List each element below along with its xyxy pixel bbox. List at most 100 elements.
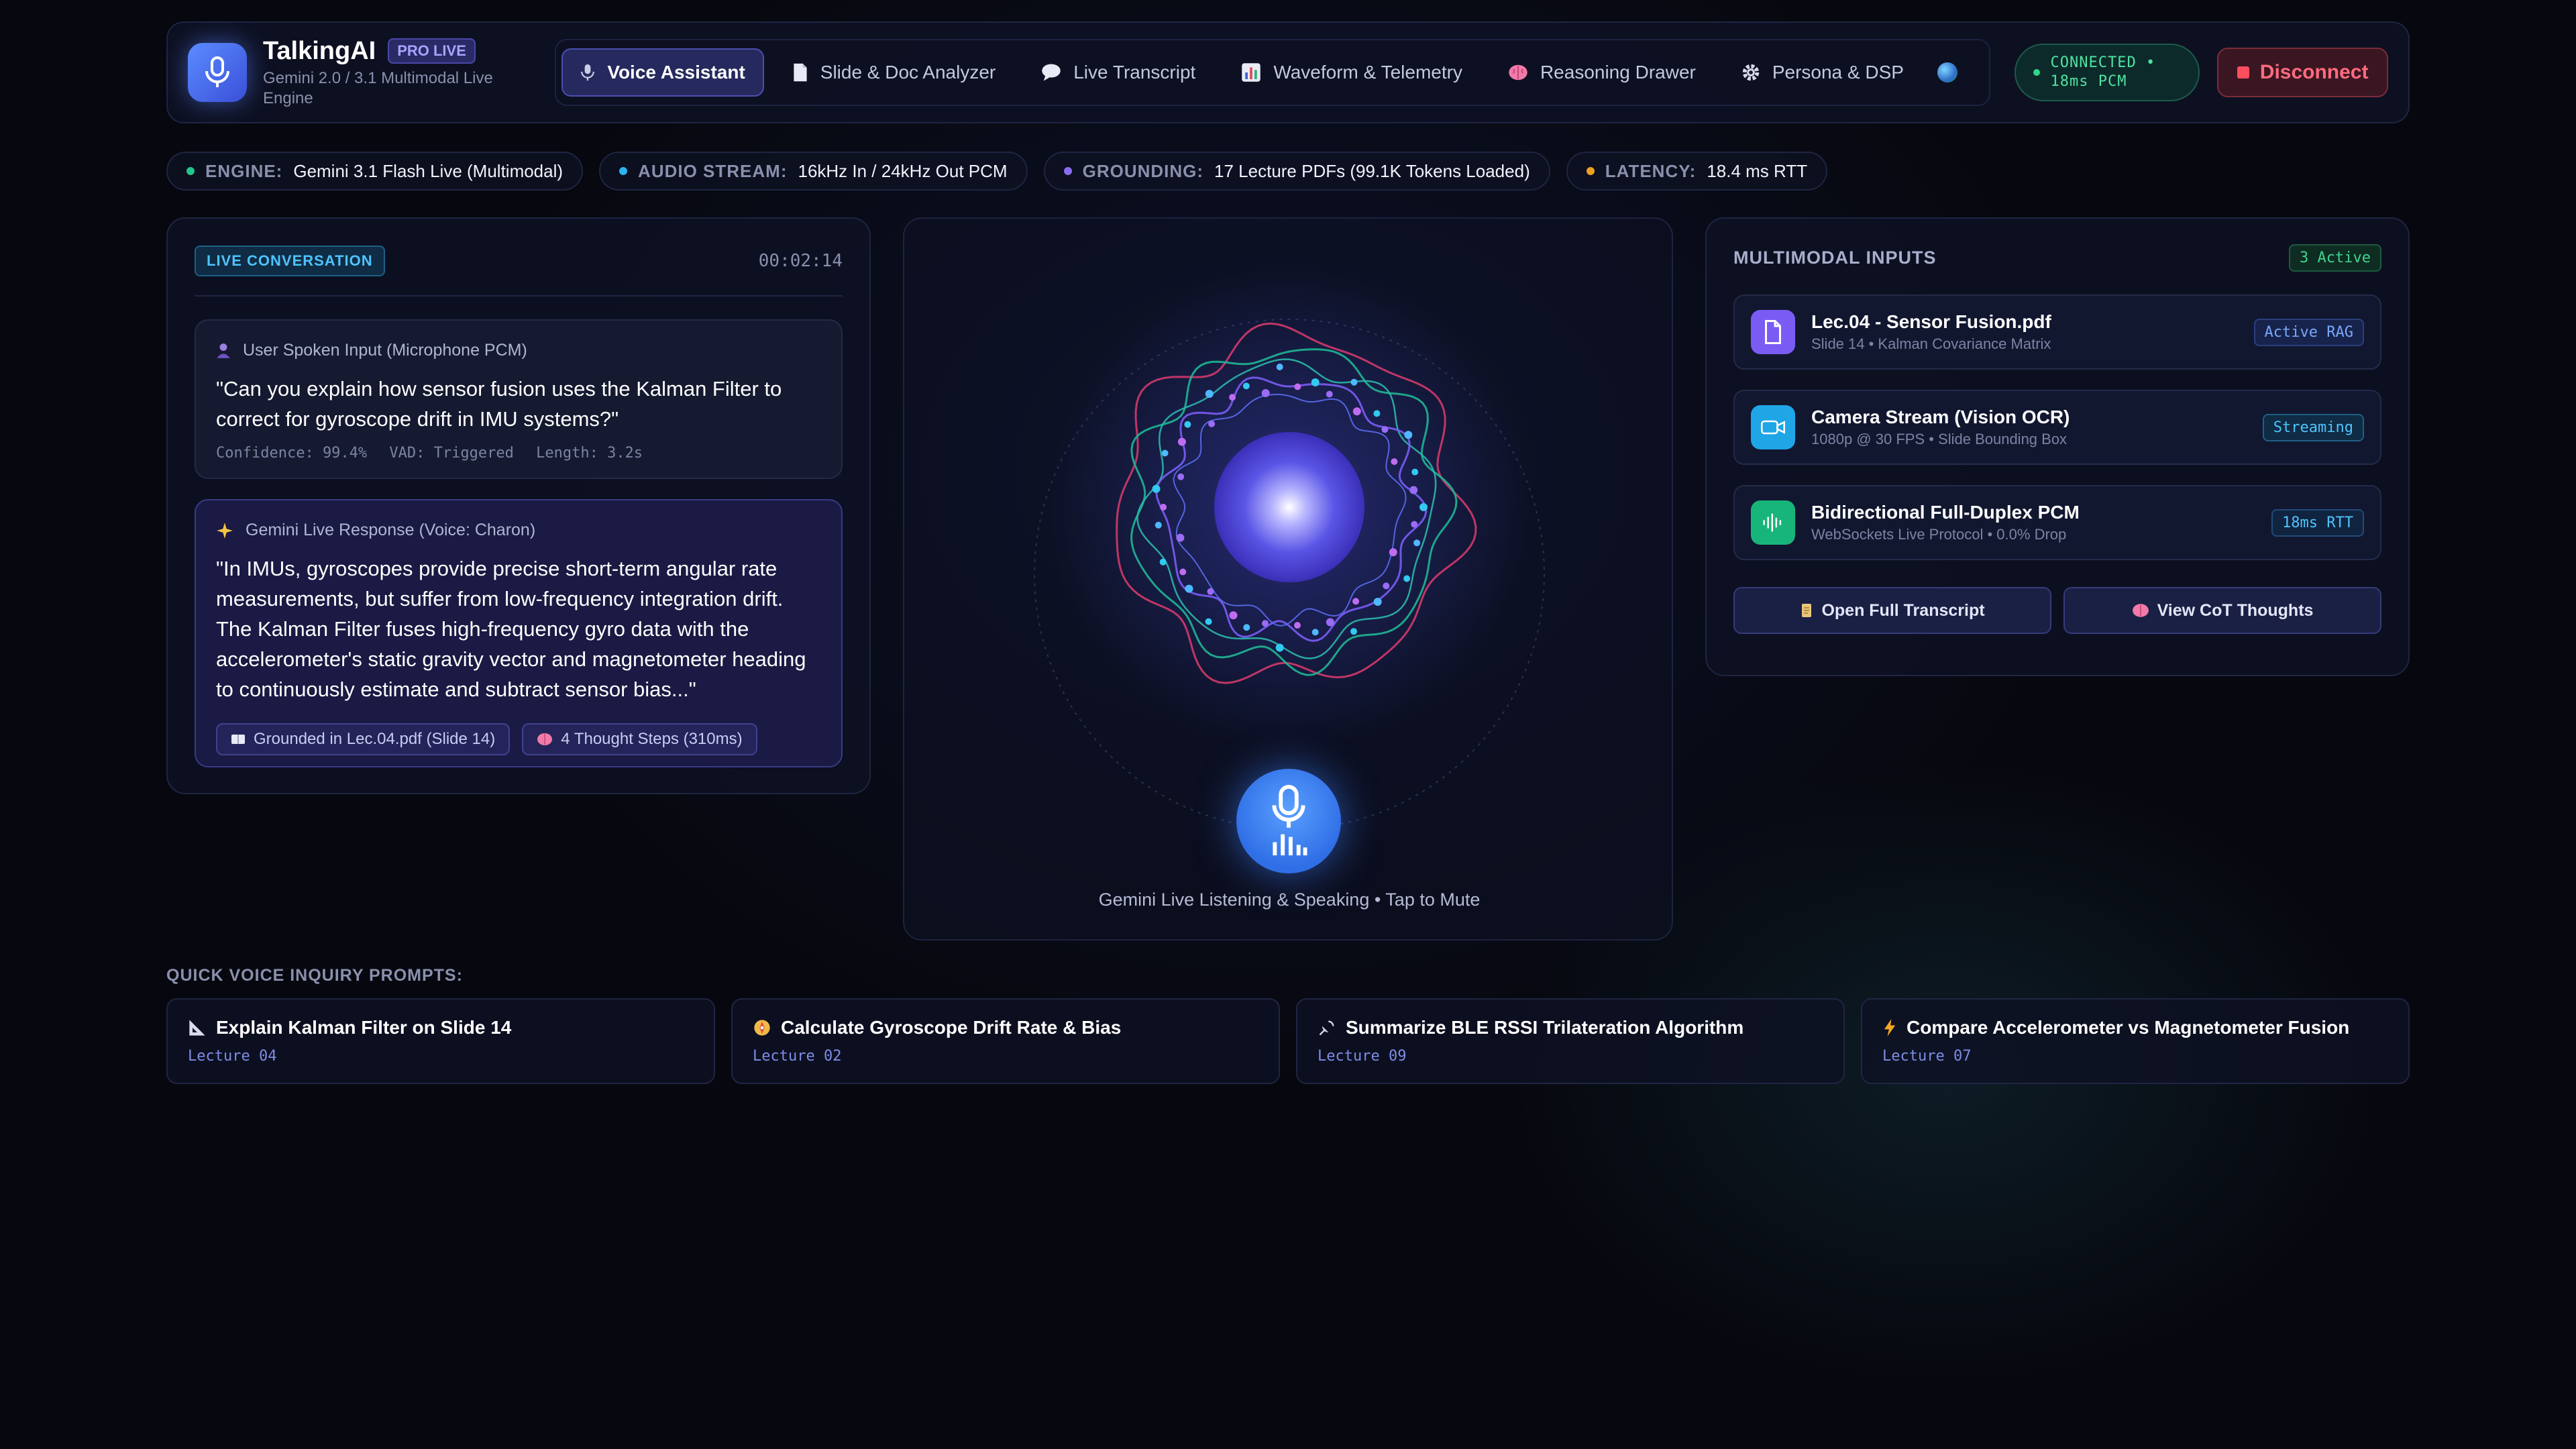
- input-sub: Slide 14 • Kalman Covariance Matrix: [1811, 335, 2051, 352]
- orb-particle: [1311, 378, 1320, 386]
- status-grounding: GROUNDING: 17 Lecture PDFs (99.1K Tokens…: [1043, 152, 1550, 191]
- brain-icon: [1508, 64, 1528, 81]
- orb-particle: [1177, 473, 1185, 480]
- listening-caption: Gemini Live Listening & Speaking • Tap t…: [1098, 890, 1481, 910]
- file-icon: [1751, 310, 1795, 354]
- tab-label: Waveform & Telemetry: [1273, 62, 1462, 83]
- input-card-pdf[interactable]: Lec.04 - Sensor Fusion.pdf Slide 14 • Ka…: [1733, 294, 2381, 370]
- chip-label: Grounded in Lec.04.pdf (Slide 14): [254, 730, 496, 748]
- ai-response-card: Gemini Live Response (Voice: Charon) "In…: [195, 499, 843, 767]
- quick-prompts-row: Explain Kalman Filter on Slide 14 Lectur…: [166, 998, 2410, 1084]
- voice-orb-panel: Gemini Live Listening & Speaking • Tap t…: [903, 217, 1673, 941]
- input-tag: 18ms RTT: [2271, 508, 2364, 537]
- orb-particle: [1383, 582, 1390, 590]
- orb-particle: [1262, 620, 1269, 627]
- status-dot: [1063, 167, 1072, 175]
- tab-slide-doc-analyzer[interactable]: Slide & Doc Analyzer: [775, 48, 1013, 97]
- tab-label: Slide & Doc Analyzer: [820, 62, 996, 83]
- multimodal-inputs-panel: MULTIMODAL INPUTS 3 Active Lec.04 - Sens…: [1705, 217, 2410, 676]
- input-card-camera[interactable]: Camera Stream (Vision OCR) 1080p @ 30 FP…: [1733, 390, 2381, 465]
- meta-confidence: Confidence: 99.4%: [216, 445, 368, 462]
- inputs-title: MULTIMODAL INPUTS: [1733, 248, 1937, 268]
- orb-particle: [1389, 548, 1397, 557]
- session-timer: 00:02:14: [758, 251, 843, 271]
- input-name: Camera Stream (Vision OCR): [1811, 407, 2070, 427]
- disconnect-button[interactable]: Disconnect: [2217, 48, 2388, 97]
- quick-prompts-label: QUICK VOICE INQUIRY PROMPTS:: [166, 966, 463, 985]
- orb-particle: [1294, 622, 1301, 629]
- orb-particle: [1205, 618, 1212, 625]
- thought-steps-chip[interactable]: 4 Thought Steps (310ms): [522, 723, 757, 755]
- triangle-ruler-icon: [188, 1018, 207, 1037]
- status-engine: ENGINE: Gemini 3.1 Flash Live (Multimoda…: [166, 152, 584, 191]
- mute-mic-button[interactable]: [1236, 769, 1341, 873]
- meta-vad: VAD: Triggered: [389, 445, 514, 462]
- status-label: AUDIO STREAM:: [638, 160, 788, 181]
- orb-particle: [1413, 539, 1421, 547]
- scroll-icon: [1800, 602, 1813, 619]
- stop-icon: [2237, 66, 2249, 78]
- brand: TalkingAI PRO LIVE Gemini 2.0 / 3.1 Mult…: [188, 37, 535, 109]
- input-tag: Streaming: [2262, 413, 2364, 441]
- prompt-sub: Lecture 04: [188, 1048, 277, 1065]
- grounding-chip[interactable]: Grounded in Lec.04.pdf (Slide 14): [216, 723, 511, 755]
- live-conversation-badge: LIVE CONVERSATION: [195, 246, 385, 276]
- button-label: Open Full Transcript: [1821, 600, 1985, 620]
- status-label: LATENCY:: [1605, 160, 1697, 181]
- prompt-sub: Lecture 09: [1318, 1048, 1407, 1065]
- orb-particle: [1229, 611, 1238, 620]
- input-name: Lec.04 - Sensor Fusion.pdf: [1811, 311, 2051, 332]
- tab-voice-assistant[interactable]: Voice Assistant: [561, 48, 764, 97]
- orb-particle: [1159, 558, 1167, 566]
- brain-icon: [537, 733, 553, 746]
- input-tag: Active RAG: [2253, 318, 2364, 346]
- compass-icon: [753, 1018, 771, 1037]
- tab-label: Voice Assistant: [607, 62, 745, 83]
- quick-prompt-card[interactable]: Explain Kalman Filter on Slide 14 Lectur…: [166, 998, 715, 1084]
- status-bar: ENGINE: Gemini 3.1 Flash Live (Multimoda…: [166, 152, 1843, 191]
- tab-waveform-telemetry[interactable]: Waveform & Telemetry: [1224, 48, 1480, 97]
- orb-particle: [1411, 521, 1418, 528]
- orb-particle: [1373, 598, 1382, 606]
- prompt-title: Summarize BLE RSSI Trilateration Algorit…: [1346, 1017, 1744, 1038]
- status-dot: [186, 167, 195, 175]
- tab-label: Persona & DSP: [1772, 62, 1904, 83]
- user-message-card: User Spoken Input (Microphone PCM) "Can …: [195, 319, 843, 479]
- input-card-pcm[interactable]: Bidirectional Full-Duplex PCM WebSockets…: [1733, 485, 2381, 560]
- open-transcript-button[interactable]: Open Full Transcript: [1733, 587, 2051, 634]
- book-icon: [231, 733, 246, 745]
- tab-live-transcript[interactable]: Live Transcript: [1024, 48, 1213, 97]
- orb-particle: [1205, 390, 1214, 398]
- view-cot-button[interactable]: View CoT Thoughts: [2063, 587, 2381, 634]
- speech-bubble-icon: [1041, 63, 1061, 82]
- orb-particle: [1403, 575, 1411, 582]
- lightning-icon: [1882, 1018, 1897, 1037]
- status-latency: LATENCY: 18.4 ms RTT: [1566, 152, 1828, 191]
- input-sub: WebSockets Live Protocol • 0.0% Drop: [1811, 526, 2067, 543]
- orb-particle: [1176, 533, 1185, 542]
- status-label: GROUNDING:: [1082, 160, 1204, 181]
- globe-icon[interactable]: [1937, 62, 1957, 83]
- quick-prompt-card[interactable]: Compare Accelerometer vs Magnetometer Fu…: [1861, 998, 2410, 1084]
- orb-particle: [1276, 364, 1283, 370]
- status-value: Gemini 3.1 Flash Live (Multimodal): [293, 160, 564, 181]
- tab-reasoning-drawer[interactable]: Reasoning Drawer: [1491, 48, 1713, 97]
- status-label: ENGINE:: [205, 160, 283, 181]
- status-dot: [619, 167, 628, 175]
- tab-label: Reasoning Drawer: [1540, 62, 1696, 83]
- orb-particle: [1161, 449, 1169, 457]
- quick-prompt-card[interactable]: Calculate Gyroscope Drift Rate & Bias Le…: [731, 998, 1280, 1084]
- prompt-title: Explain Kalman Filter on Slide 14: [216, 1017, 512, 1038]
- status-value: 17 Lecture PDFs (99.1K Tokens Loaded): [1214, 160, 1530, 181]
- mic-icon: [580, 63, 595, 82]
- status-audio-stream: AUDIO STREAM: 16kHz In / 24kHz Out PCM: [599, 152, 1028, 191]
- orb-particle: [1208, 420, 1216, 427]
- orb-particle: [1373, 410, 1381, 417]
- orb-particle: [1229, 394, 1236, 401]
- status-value: 18.4 ms RTT: [1707, 160, 1808, 181]
- orb-particle: [1409, 486, 1418, 494]
- quick-prompt-card[interactable]: Summarize BLE RSSI Trilateration Algorit…: [1296, 998, 1845, 1084]
- orb-particle: [1352, 598, 1360, 605]
- mic-icon: [1272, 784, 1307, 856]
- tab-persona-dsp[interactable]: Persona & DSP: [1724, 48, 1921, 97]
